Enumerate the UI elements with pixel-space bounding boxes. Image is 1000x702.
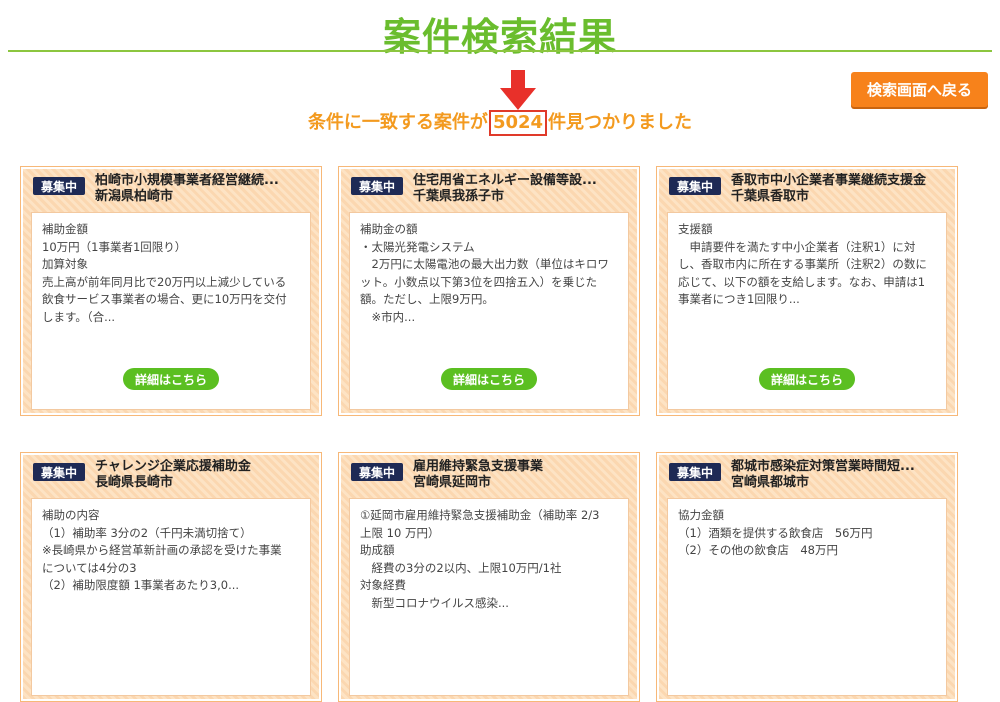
summary-line: ット。小数点以下第3位を四捨五入）を乗じた: [360, 274, 598, 289]
summary-line: （1）補助率 3分の2（千円未満切捨て）: [42, 525, 252, 540]
card-title-region: 千葉県香取市: [731, 189, 810, 204]
card-header: 募集中 チャレンジ企業応援補助金 長崎県長崎市: [31, 459, 313, 495]
summary-line: 対象経費: [360, 578, 406, 592]
status-badge: 募集中: [669, 463, 721, 481]
summary-line: （2）その他の飲食店 48万円: [678, 543, 838, 557]
card-title-region: 長崎県長崎市: [95, 475, 174, 490]
detail-button[interactable]: 詳細はこちら: [441, 368, 537, 390]
card-title-region: 宮崎県都城市: [731, 475, 810, 490]
summary-line: （2）補助限度額 1事業者あたり3,0...: [42, 578, 240, 592]
summary-line: ・太陽光発電システム: [360, 239, 475, 254]
result-card: 募集中 住宅用省エネルギー設備等設... 千葉県我孫子市 補助金の額 ・太陽光発…: [338, 166, 640, 416]
result-card: 募集中 香取市中小企業者事業継続支援金 千葉県香取市 支援額 申請要件を満たす中…: [656, 166, 958, 416]
card-body: 補助金の額 ・太陽光発電システム 2万円に太陽電池の最大出力数（単位はキロワ ッ…: [349, 212, 629, 410]
status-badge: 募集中: [33, 463, 85, 481]
card-title-name[interactable]: 雇用維持緊急支援事業: [413, 459, 631, 475]
result-card: 募集中 柏崎市小規模事業者経営継続... 新潟県柏崎市 補助金額 10万円（1事…: [20, 166, 322, 416]
summary-line: 経費の3分の2以内、上限10万円/1社: [360, 560, 562, 575]
summary-line: 加算対象: [42, 257, 88, 271]
status-badge: 募集中: [351, 463, 403, 481]
card-title[interactable]: チャレンジ企業応援補助金 長崎県長崎市: [95, 459, 313, 491]
card-body: ①延岡市雇用維持緊急支援補助金（補助率 2/3 上限 10 万円） 助成額 経費…: [349, 498, 629, 696]
card-header: 募集中 都城市感染症対策営業時間短... 宮崎県都城市: [667, 459, 949, 495]
summary-line: 支援額: [678, 222, 713, 236]
card-title-name[interactable]: 都城市感染症対策営業時間短...: [731, 459, 949, 475]
back-to-search-button[interactable]: 検索画面へ戻る: [851, 72, 988, 107]
summary-line: ①延岡市雇用維持緊急支援補助金（補助率 2/3: [360, 508, 600, 522]
card-body: 支援額 申請要件を満たす中小企業者（注釈1）に対 し、香取市内に所在する事業所（…: [667, 212, 947, 410]
card-title-region: 宮崎県延岡市: [413, 475, 492, 490]
card-summary: ①延岡市雇用維持緊急支援補助金（補助率 2/3 上限 10 万円） 助成額 経費…: [360, 507, 622, 612]
summary-line: 補助金額: [42, 222, 88, 236]
arrow-down-icon: [500, 70, 536, 110]
result-card: 募集中 雇用維持緊急支援事業 宮崎県延岡市 ①延岡市雇用維持緊急支援補助金（補助…: [338, 452, 640, 702]
status-badge: 募集中: [33, 177, 85, 195]
result-card: 募集中 都城市感染症対策営業時間短... 宮崎県都城市 協力金額 （1）酒類を提…: [656, 452, 958, 702]
card-title-name[interactable]: チャレンジ企業応援補助金: [95, 459, 313, 475]
summary-line: 助成額: [360, 543, 395, 557]
summary-line: については4分の3: [42, 560, 137, 575]
card-summary: 補助の内容 （1）補助率 3分の2（千円未満切捨て） ※長崎県から経営革新計画の…: [42, 507, 304, 595]
detail-button[interactable]: 詳細はこちら: [759, 368, 855, 390]
summary-line: 新型コロナウイルス感染...: [360, 595, 509, 610]
result-suffix: 件見つかりました: [548, 112, 693, 133]
summary-line: 売上高が前年同月比で20万円以上減少している: [42, 274, 287, 289]
summary-line: 申請要件を満たす中小企業者（注釈1）に対: [678, 239, 916, 254]
card-title-name[interactable]: 住宅用省エネルギー設備等設...: [413, 173, 631, 189]
summary-line: 協力金額: [678, 508, 724, 522]
card-summary: 補助金の額 ・太陽光発電システム 2万円に太陽電池の最大出力数（単位はキロワ ッ…: [360, 221, 622, 326]
page-title: 案件検索結果: [382, 15, 617, 59]
status-badge: 募集中: [351, 177, 403, 195]
card-title-region: 千葉県我孫子市: [413, 189, 505, 204]
status-badge: 募集中: [669, 177, 721, 195]
card-title[interactable]: 都城市感染症対策営業時間短... 宮崎県都城市: [731, 459, 949, 491]
summary-line: 2万円に太陽電池の最大出力数（単位はキロワ: [360, 257, 609, 271]
result-count-message: 条件に一致する案件が 5024 件見つかりました: [0, 108, 1000, 136]
card-header: 募集中 香取市中小企業者事業継続支援金 千葉県香取市: [667, 173, 949, 209]
card-body: 補助金額 10万円（1事業者1回限り） 加算対象 売上高が前年同月比で20万円以…: [31, 212, 311, 410]
summary-line: 10万円（1事業者1回限り）: [42, 239, 187, 254]
card-title[interactable]: 雇用維持緊急支援事業 宮崎県延岡市: [413, 459, 631, 491]
result-card: 募集中 チャレンジ企業応援補助金 長崎県長崎市 補助の内容 （1）補助率 3分の…: [20, 452, 322, 702]
summary-line: し、香取市内に所在する事業所（注釈2）の数に: [678, 257, 927, 271]
card-summary: 支援額 申請要件を満たす中小企業者（注釈1）に対 し、香取市内に所在する事業所（…: [678, 221, 940, 309]
card-header: 募集中 雇用維持緊急支援事業 宮崎県延岡市: [349, 459, 631, 495]
card-header: 募集中 住宅用省エネルギー設備等設... 千葉県我孫子市: [349, 173, 631, 209]
card-title-name[interactable]: 柏崎市小規模事業者経営継続...: [95, 173, 313, 189]
summary-line: します。（合...: [42, 309, 116, 324]
result-prefix: 条件に一致する案件が: [307, 112, 488, 133]
title-divider: [8, 50, 992, 52]
summary-line: 補助金の額: [360, 222, 418, 236]
card-summary: 協力金額 （1）酒類を提供する飲食店 56万円 （2）その他の飲食店 48万円: [678, 507, 940, 560]
summary-line: ※長崎県から経営革新計画の承認を受けた事業: [42, 543, 282, 557]
card-header: 募集中 柏崎市小規模事業者経営継続... 新潟県柏崎市: [31, 173, 313, 209]
card-title-region: 新潟県柏崎市: [95, 189, 174, 204]
card-title-name[interactable]: 香取市中小企業者事業継続支援金: [731, 173, 949, 189]
summary-line: 事業者につき1回限り...: [678, 292, 800, 306]
detail-button[interactable]: 詳細はこちら: [123, 368, 219, 390]
summary-line: （1）酒類を提供する飲食店 56万円: [678, 525, 873, 540]
card-summary: 補助金額 10万円（1事業者1回限り） 加算対象 売上高が前年同月比で20万円以…: [42, 221, 304, 326]
summary-line: 飲食サービス事業者の場合、更に10万円を交付: [42, 292, 287, 306]
card-body: 補助の内容 （1）補助率 3分の2（千円未満切捨て） ※長崎県から経営革新計画の…: [31, 498, 311, 696]
summary-line: 補助の内容: [42, 508, 100, 522]
summary-line: 上限 10 万円）: [360, 525, 440, 540]
card-body: 協力金額 （1）酒類を提供する飲食店 56万円 （2）その他の飲食店 48万円: [667, 498, 947, 696]
summary-line: 応じて、以下の額を支給します。なお、申請は1: [678, 274, 926, 289]
card-title[interactable]: 香取市中小企業者事業継続支援金 千葉県香取市: [731, 173, 949, 205]
summary-line: ※市内...: [360, 309, 416, 324]
summary-line: 額。ただし、上限9万円。: [360, 292, 494, 306]
card-title[interactable]: 柏崎市小規模事業者経営継続... 新潟県柏崎市: [95, 173, 313, 205]
result-count: 5024: [488, 110, 548, 136]
card-title[interactable]: 住宅用省エネルギー設備等設... 千葉県我孫子市: [413, 173, 631, 205]
